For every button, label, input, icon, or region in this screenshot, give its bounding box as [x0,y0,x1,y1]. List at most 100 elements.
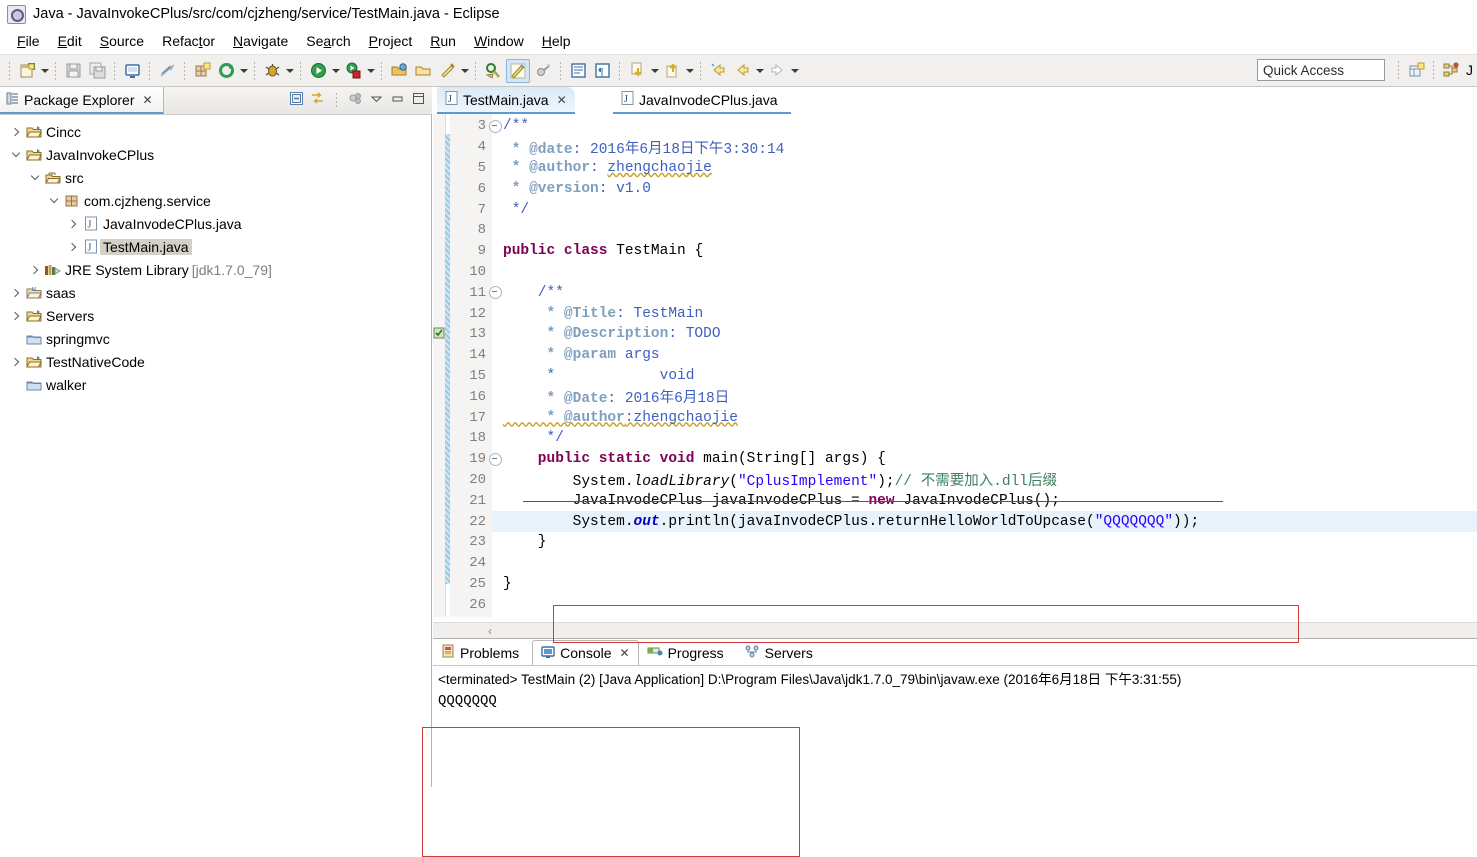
code-line[interactable]: 14 * @param args [433,345,1477,366]
source-editor[interactable]: 3/** 4 * @date: 2016年6月18日下午3:30:14 5 * @a… [433,114,1477,617]
code-line[interactable]: 7 */ [433,199,1477,220]
tab-problems[interactable]: Problems [433,640,532,665]
close-icon[interactable]: ✕ [557,93,567,107]
menu-project[interactable]: Project [360,31,422,51]
save-icon[interactable] [62,60,84,82]
code-viewport[interactable]: 3/** 4 * @date: 2016年6月18日下午3:30:14 5 * @a… [433,114,1477,617]
tree-item[interactable]: springmvc [0,327,431,350]
tab-servers[interactable]: Servers [737,640,826,665]
forward-icon[interactable] [766,60,788,82]
debug-icon[interactable] [261,60,283,82]
tree-item[interactable]: com.cjzheng.service [0,189,431,212]
code-line[interactable]: 9 public class TestMain { [433,241,1477,262]
open-perspective-icon[interactable] [1440,59,1462,81]
search-icon[interactable] [482,60,504,82]
code-line[interactable]: 24 [433,553,1477,574]
back-dropdown-icon[interactable] [754,60,765,82]
chevron-right-icon[interactable] [8,281,24,304]
code-line[interactable]: 13 * @Description: TODO [433,324,1477,345]
collapse-all-icon[interactable] [289,91,304,109]
editor-tab-testmain[interactable]: J TestMain.java ✕ [437,87,575,114]
tree-item[interactable]: JavaInvokeCPlus [0,143,431,166]
editor-tab-javainvodecplus[interactable]: J JavaInvodeCPlus.java [613,87,791,114]
code-line[interactable]: 17 * @author:zhengchaojie [433,407,1477,428]
print-icon[interactable] [121,60,143,82]
back-icon[interactable] [731,60,753,82]
fold-collapse-icon[interactable] [489,452,502,466]
minimize-icon[interactable] [390,91,405,109]
new-perspective-icon[interactable] [1405,59,1427,81]
perspective-label[interactable]: J [1463,62,1473,78]
todo-marker-icon[interactable] [433,327,445,344]
tab-progress[interactable]: Progress [639,640,737,665]
code-line[interactable]: 18 */ [433,428,1477,449]
new-java-package-icon[interactable] [191,60,213,82]
external-tools-dropdown-icon[interactable] [365,60,376,82]
code-line[interactable]: 11 /** [433,282,1477,303]
java-perspective-icon[interactable] [506,58,530,83]
chevron-right-icon[interactable] [65,212,81,235]
focus-icon[interactable] [348,91,363,109]
chevron-down-icon[interactable] [27,166,43,189]
fold-collapse-icon[interactable] [489,120,502,133]
next-annotation-icon[interactable] [626,60,648,82]
code-line[interactable]: 10 [433,262,1477,283]
tree-item[interactable]: J JavaInvodeCPlus.java [0,212,431,235]
skip-breakpoints-dropdown-icon[interactable] [459,60,470,82]
next-annotation-dropdown-icon[interactable] [649,60,660,82]
code-line[interactable]: 25} [433,574,1477,595]
previous-annotation-icon[interactable] [661,60,683,82]
code-line[interactable]: 5 * @author: zhengchaojie [433,158,1477,179]
code-line[interactable]: 4 * @date: 2016年6月18日下午3:30:14 [433,137,1477,158]
menu-refactor[interactable]: Refactor [153,31,224,51]
save-all-icon[interactable] [86,60,108,82]
tree-item[interactable]: walker [0,373,431,396]
editor-horizontal-scrollbar[interactable]: ‹ [433,622,1477,639]
menu-source[interactable]: Source [91,31,153,51]
view-menu-icon[interactable] [369,91,384,109]
run-dropdown-icon[interactable] [330,60,341,82]
chevron-right-icon[interactable] [8,304,24,327]
chevron-right-icon[interactable] [65,235,81,258]
block-selection-icon[interactable]: ¶ [591,60,613,82]
scroll-left-icon[interactable]: ‹ [488,624,492,638]
chevron-down-icon[interactable] [8,143,24,166]
menu-file[interactable]: File [8,31,49,51]
code-line[interactable]: 3 /** [433,116,1477,137]
code-line[interactable]: 16 * @Date: 2016年6月18日 [433,386,1477,408]
tree-item[interactable]: TestNativeCode [0,350,431,373]
tab-package-explorer[interactable]: Package Explorer ✕ [0,87,164,114]
show-whitespace-icon[interactable] [567,60,589,82]
refresh-dropdown-icon[interactable] [238,60,249,82]
close-icon[interactable]: ✕ [620,646,630,660]
debug-dropdown-icon[interactable] [284,60,295,82]
code-line[interactable]: 23 } [433,532,1477,553]
fold-collapse-icon[interactable] [489,286,502,300]
chevron-right-icon[interactable] [8,120,24,143]
menu-help[interactable]: Help [533,31,580,51]
toggle-mark-occurrences-icon[interactable] [156,60,178,82]
forward-dropdown-icon[interactable] [789,60,800,82]
tree-item[interactable]: Servers [0,304,431,327]
code-line[interactable]: 12 * @Title: TestMain [433,303,1477,324]
open-task-icon[interactable] [412,60,434,82]
open-type-icon[interactable] [388,60,410,82]
previous-annotation-dropdown-icon[interactable] [684,60,695,82]
quick-access-input[interactable]: Quick Access [1257,59,1385,81]
close-icon[interactable]: ✕ [143,93,153,107]
code-line[interactable]: 20 System.loadLibrary("CplusImplement");… [433,470,1477,491]
code-line[interactable]: 22 System.out.println(javaInvodeCPlus.re… [433,511,1477,532]
code-line[interactable]: 15 * void [433,366,1477,387]
toggle-ruler-icon[interactable] [532,60,554,82]
code-line[interactable]: 8 [433,220,1477,241]
link-with-editor-icon[interactable] [310,91,325,109]
tree-item[interactable]: J TestMain.java [0,235,431,258]
menu-navigate[interactable]: Navigate [224,31,297,51]
skip-breakpoints-icon[interactable] [436,60,458,82]
last-edit-location-icon[interactable] [707,60,729,82]
maximize-icon[interactable] [411,91,426,109]
new-wizard-icon[interactable] [16,60,38,82]
refresh-icon[interactable] [215,60,237,82]
tree-item[interactable]: JRE System Library [jdk1.7.0_79] [0,258,431,281]
tree-item[interactable]: src [0,166,431,189]
